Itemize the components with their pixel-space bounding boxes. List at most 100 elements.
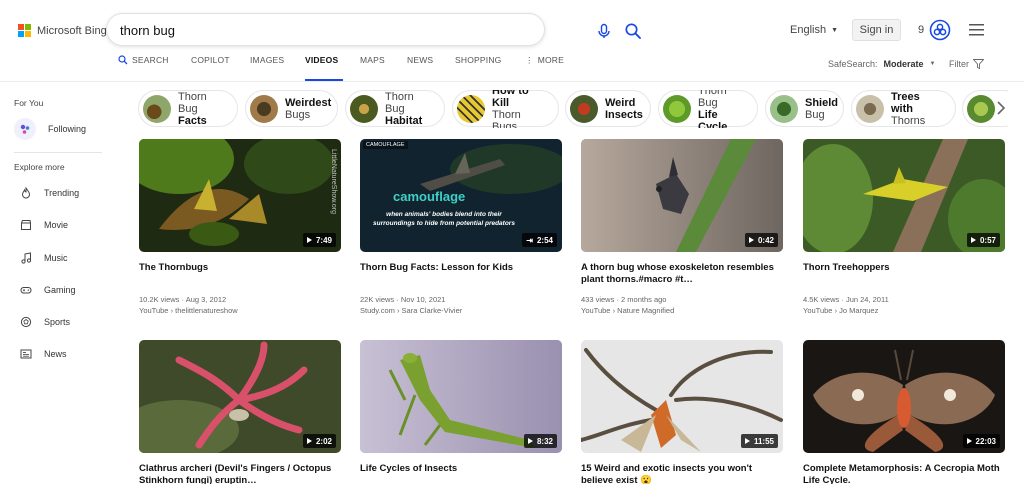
sidebar-item-label: Music (44, 253, 68, 263)
explore-more-heading: Explore more (14, 162, 65, 172)
video-card[interactable]: 22:03 Complete Metamorphosis: A Cecropia… (803, 340, 1005, 484)
related-chip[interactable]: Thorn Bug Life Cycle (658, 90, 758, 128)
play-icon (748, 237, 754, 243)
video-thumbnail[interactable]: 22:03 (803, 340, 1005, 453)
related-chip[interactable]: Thorn Bug Habitat (345, 90, 445, 127)
video-thumbnail[interactable]: 0:42 (581, 139, 783, 252)
chip-label: Thorn Bug Facts (178, 90, 207, 127)
microphone-icon[interactable] (596, 23, 612, 39)
sidebar-item-label: Gaming (44, 285, 76, 295)
video-card[interactable]: 0:42 A thorn bug whose exoskeleton resem… (581, 139, 783, 316)
game-controller-icon (20, 287, 32, 294)
duration-badge: 22:03 (962, 434, 1000, 448)
video-card[interactable]: 11:55 15 Weird and exotic insects you wo… (581, 340, 783, 484)
tab-shopping[interactable]: SHOPPING (455, 55, 525, 81)
rewards-icon[interactable] (929, 19, 951, 41)
view-count: 433 views (581, 295, 615, 304)
safesearch-value: Moderate (883, 59, 924, 69)
safesearch-label: SafeSearch: (828, 59, 878, 69)
upload-date: Nov 10, 2021 (400, 295, 446, 304)
duration-badge: 7:49 (302, 233, 336, 247)
video-title[interactable]: 15 Weird and exotic insects you won't be… (581, 463, 783, 484)
flame-icon (21, 187, 31, 199)
related-chip[interactable]: Trees with Thorns (851, 90, 956, 127)
tab-search[interactable]: SEARCH (118, 55, 191, 81)
chip-thumbnail (457, 94, 485, 123)
sidebar-item-movie[interactable]: Movie (20, 219, 68, 231)
video-meta: 4.5K views · Jun 24, 2011 YouTube › Jo M… (803, 295, 889, 315)
chip-label: Thorn Bug Life Cycle (698, 90, 728, 128)
related-chip[interactable]: Weirdest Bugs (245, 90, 338, 127)
channel: Jo Marquez (839, 306, 879, 315)
chip-label: Weirdest Bugs (285, 96, 332, 121)
tab-more[interactable]: ⋮ MORE (525, 55, 565, 81)
sidebar-item-music[interactable]: Music (20, 252, 68, 264)
video-card[interactable]: 8:32 Life Cycles of Insects (360, 340, 562, 484)
related-chip[interactable]: Weird Insects (565, 90, 651, 127)
sign-in-button[interactable]: Sign in (852, 19, 901, 41)
tab-news[interactable]: NEWS (407, 55, 455, 81)
chip-label: Trees with Thorns (891, 90, 926, 127)
play-icon (966, 438, 972, 444)
video-card[interactable]: 2:02 Clathrus archeri (Devil's Fingers /… (139, 340, 341, 484)
bing-logo[interactable]: Microsoft Bing (18, 24, 107, 37)
sidebar-item-sports[interactable]: Sports (20, 316, 70, 328)
video-card[interactable]: CAMOUFLAGE camouflage when animals' bodi… (360, 139, 562, 316)
search-box (106, 13, 641, 46)
video-thumbnail[interactable]: 8:32 (360, 340, 562, 453)
duration: 0:57 (979, 235, 996, 245)
play-icon (306, 237, 312, 243)
play-icon (306, 438, 312, 444)
sidebar-item-trending[interactable]: Trending (20, 187, 79, 199)
video-card[interactable]: 0:57 Thorn Treehoppers 4.5K views · Jun … (803, 139, 1005, 316)
video-thumbnail[interactable]: 2:02 (139, 340, 341, 453)
video-title[interactable]: A thorn bug whose exoskeleton resembles … (581, 262, 783, 286)
duration: 0:42 (757, 235, 774, 245)
chip-thumbnail (143, 94, 171, 123)
source: YouTube (581, 306, 611, 315)
sidebar-item-news[interactable]: News (20, 348, 67, 360)
video-title[interactable]: Thorn Bug Facts: Lesson for Kids (360, 262, 562, 286)
video-title[interactable]: The Thornbugs (139, 262, 341, 286)
play-icon (970, 237, 976, 243)
video-title[interactable]: Complete Metamorphosis: A Cecropia Moth … (803, 463, 1005, 484)
related-chip[interactable]: Shield Bug (765, 90, 844, 127)
view-count: 22K views (360, 295, 395, 304)
filter-button[interactable]: Filter (949, 59, 984, 69)
video-thumbnail[interactable]: 11:55 (581, 340, 783, 453)
hamburger-menu-icon[interactable] (969, 24, 984, 36)
video-card[interactable]: LittleNatureShow.org 7:49 The Thornbugs … (139, 139, 341, 316)
tab-copilot[interactable]: COPILOT (191, 55, 250, 81)
related-chip[interactable]: How to Kill Thorn Bugs (452, 90, 559, 128)
safesearch-selector[interactable]: SafeSearch: Moderate ▼ (828, 59, 936, 69)
search-input[interactable] (120, 21, 480, 39)
upload-date: Aug 3, 2012 (185, 295, 227, 304)
duration: 11:55 (753, 436, 774, 446)
tab-videos[interactable]: VIDEOS (305, 55, 343, 81)
video-thumbnail[interactable]: LittleNatureShow.org 7:49 (139, 139, 341, 252)
video-thumbnail[interactable]: 0:57 (803, 139, 1005, 252)
language-selector[interactable]: English ▼ (790, 24, 838, 36)
sidebar-item-following[interactable]: Following (14, 118, 86, 140)
chip-thumbnail (350, 94, 378, 123)
duration-badge: 8:32 (523, 434, 557, 448)
search-icon[interactable] (624, 22, 642, 40)
tab-label: NEWS (407, 55, 434, 65)
related-chip[interactable]: Thorn Bug Facts (138, 90, 238, 127)
chip-thumbnail (856, 94, 884, 123)
duration-badge: 2:02 (302, 434, 336, 448)
chip-label: How to Kill Thorn Bugs (492, 90, 529, 128)
tab-maps[interactable]: MAPS (360, 55, 407, 81)
chevron-right-icon[interactable] (995, 101, 1007, 115)
sidebar-item-gaming[interactable]: Gaming (20, 284, 76, 296)
tab-images[interactable]: IMAGES (250, 55, 305, 81)
category-badge: CAMOUFLAGE (363, 141, 408, 149)
sidebar-item-label: Movie (44, 220, 69, 230)
video-thumbnail[interactable]: CAMOUFLAGE camouflage when animals' bodi… (360, 139, 562, 252)
ball-icon (20, 316, 32, 328)
video-title[interactable]: Clathrus archeri (Devil's Fingers / Octo… (139, 463, 341, 484)
video-title[interactable]: Thorn Treehoppers (803, 262, 1005, 286)
video-title[interactable]: Life Cycles of Insects (360, 463, 562, 484)
upload-date: Jun 24, 2011 (845, 295, 889, 304)
tab-label: VIDEOS (305, 55, 339, 65)
